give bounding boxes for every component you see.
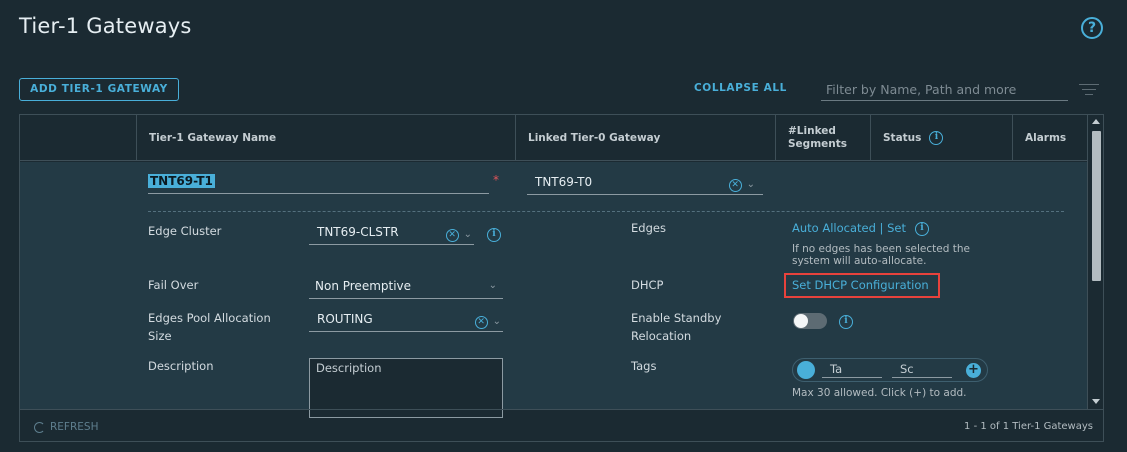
description-label: Description [148, 359, 214, 373]
tag-icon [797, 361, 815, 379]
chevron-down-icon[interactable]: ⌄ [747, 179, 755, 190]
failover-select[interactable]: Non Preemptive ⌄ [309, 279, 503, 299]
grid-footer: REFRESH 1 - 1 of 1 Tier-1 Gateways [20, 409, 1103, 441]
scroll-down-icon[interactable] [1092, 399, 1100, 404]
add-tag-icon[interactable]: + [966, 363, 981, 378]
standby-info-icon[interactable]: i [839, 315, 853, 329]
status-info-icon[interactable]: i [929, 131, 944, 145]
set-dhcp-configuration-link[interactable]: Set DHCP Configuration [792, 276, 929, 294]
page-title: Tier-1 Gateways [19, 14, 192, 38]
refresh-icon [34, 421, 45, 433]
column-header-status[interactable]: Status i [870, 115, 1012, 161]
edges-label: Edges [631, 221, 666, 235]
filter-icon[interactable] [1078, 84, 1100, 99]
chevron-down-icon[interactable]: ⌄ [489, 280, 497, 291]
refresh-button[interactable]: REFRESH [34, 421, 98, 433]
gateway-name-input[interactable]: TNT69-T1 [148, 174, 489, 194]
row-divider [148, 211, 1064, 212]
edge-cluster-select[interactable]: TNT69-CLSTR ✕ ⌄ [309, 225, 474, 245]
required-indicator: * [493, 173, 499, 187]
clear-icon[interactable]: ✕ [474, 316, 488, 329]
column-header-name[interactable]: Tier-1 Gateway Name [136, 115, 515, 161]
clear-icon[interactable]: ✕ [728, 179, 742, 192]
toggle-knob [794, 314, 808, 328]
edges-hint: If no edges has been selected the system … [792, 243, 970, 267]
scroll-thumb[interactable] [1092, 131, 1101, 281]
edge-cluster-label: Edge Cluster [148, 224, 222, 238]
vertical-scrollbar[interactable] [1087, 115, 1103, 409]
tags-label: Tags [631, 359, 657, 373]
grid-header: Tier-1 Gateway Name Linked Tier-0 Gatewa… [20, 115, 1087, 161]
clear-icon[interactable]: ✕ [445, 229, 459, 242]
tags-input-group: Ta Sc + [792, 358, 988, 382]
column-header-linked-segments[interactable]: #Linked Segments [775, 115, 870, 161]
filter-input[interactable]: Filter by Name, Path and more [821, 80, 1068, 101]
scope-input[interactable]: Sc [892, 362, 952, 378]
edge-cluster-info-icon[interactable]: i [487, 228, 501, 242]
add-tier1-gateway-button[interactable]: ADD TIER-1 GATEWAY [19, 78, 179, 101]
chevron-down-icon[interactable]: ⌄ [464, 229, 472, 240]
edges-auto-allocated-link[interactable]: Auto Allocated | Set [792, 219, 906, 237]
pagination-count: 1 - 1 of 1 Tier-1 Gateways [964, 421, 1093, 432]
tag-input[interactable]: Ta [822, 362, 882, 378]
chevron-down-icon[interactable]: ⌄ [493, 316, 501, 327]
dhcp-label: DHCP [631, 278, 664, 292]
linked-t0-select[interactable]: TNT69-T0 ✕ ⌄ [527, 175, 763, 195]
standby-relocation-label: Enable Standby Relocation [631, 311, 722, 343]
edges-pool-select[interactable]: ROUTING ✕ ⌄ [309, 312, 503, 332]
standby-relocation-toggle[interactable] [793, 313, 827, 329]
scroll-up-icon[interactable] [1092, 119, 1100, 124]
edges-info-icon[interactable]: i [915, 222, 929, 236]
failover-label: Fail Over [148, 278, 199, 292]
collapse-all-button[interactable]: COLLAPSE ALL [694, 82, 787, 94]
column-header-linked-t0[interactable]: Linked Tier-0 Gateway [515, 115, 775, 161]
tags-hint: Max 30 allowed. Click (+) to add. [792, 387, 967, 399]
edges-pool-label: Edges Pool Allocation Size [148, 311, 271, 343]
help-icon[interactable]: ? [1081, 17, 1103, 39]
column-header-alarms[interactable]: Alarms [1012, 115, 1087, 161]
gateways-grid: Tier-1 Gateway Name Linked Tier-0 Gatewa… [19, 114, 1104, 442]
